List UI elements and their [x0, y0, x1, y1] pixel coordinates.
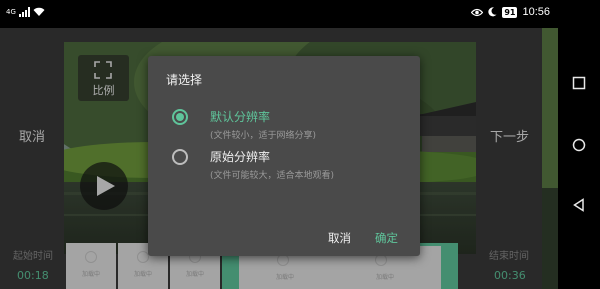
battery-icon: 91: [502, 6, 518, 18]
start-time-label: 起始时间: [13, 251, 53, 262]
back-icon[interactable]: [572, 198, 586, 212]
home-icon[interactable]: [572, 138, 586, 152]
signal-icon: [18, 7, 30, 17]
network-type-label: 4G: [6, 7, 16, 16]
loading-icon: [85, 251, 97, 263]
status-right: 91 10:56: [471, 6, 550, 18]
aspect-ratio-button[interactable]: 比例: [78, 55, 129, 101]
start-time-value: 00:18: [17, 269, 49, 282]
thumbnail-loading-label: 加载中: [185, 271, 204, 278]
next-step-button[interactable]: 下一步: [490, 126, 529, 145]
option-description: (文件较小，适于网络分享): [210, 131, 317, 141]
option-default-resolution[interactable]: 默认分辨率 (文件较小，适于网络分享): [172, 106, 402, 146]
status-bar: 4G 91 10:56: [0, 0, 558, 28]
thumbnail-loading-label: 加载中: [275, 274, 294, 281]
radio-selected-icon[interactable]: [172, 109, 188, 125]
end-time-value: 00:36: [494, 269, 526, 282]
recent-apps-icon[interactable]: [572, 76, 586, 90]
option-label: 默认分辨率: [210, 110, 271, 124]
wifi-icon: [33, 7, 45, 16]
resolution-dialog: 请选择 默认分辨率 (文件较小，适于网络分享) 原始分辨率 (文件可能较大，适合…: [148, 56, 420, 256]
play-button[interactable]: [80, 162, 128, 210]
thumbnail-loading-label: 加载中: [375, 274, 394, 281]
end-time-label: 结束时间: [489, 251, 529, 262]
moon-icon: [488, 7, 497, 17]
play-icon: [97, 176, 115, 196]
option-label: 原始分辨率: [210, 150, 271, 164]
trim-handle-right[interactable]: [441, 246, 455, 289]
status-left: 4G: [6, 7, 45, 17]
dialog-cancel-button[interactable]: 取消: [328, 230, 351, 246]
thumbnail-loading-label: 加载中: [81, 271, 100, 278]
cancel-button[interactable]: 取消: [19, 126, 45, 145]
thumbnail-loading-label: 加载中: [133, 271, 152, 278]
crop-frame-icon: [94, 61, 112, 79]
navigation-bar: [558, 0, 600, 289]
option-description: (文件可能较大，适合本地观看): [210, 171, 335, 181]
dialog-confirm-button[interactable]: 确定: [375, 230, 398, 246]
dialog-title: 请选择: [166, 73, 203, 87]
status-clock: 10:56: [522, 6, 550, 18]
aspect-ratio-label: 比例: [92, 84, 115, 97]
timeline-thumbnail: 加载中: [66, 243, 116, 289]
eye-icon: [471, 8, 484, 16]
radio-unselected-icon[interactable]: [172, 149, 188, 165]
option-original-resolution[interactable]: 原始分辨率 (文件可能较大，适合本地观看): [172, 146, 402, 186]
